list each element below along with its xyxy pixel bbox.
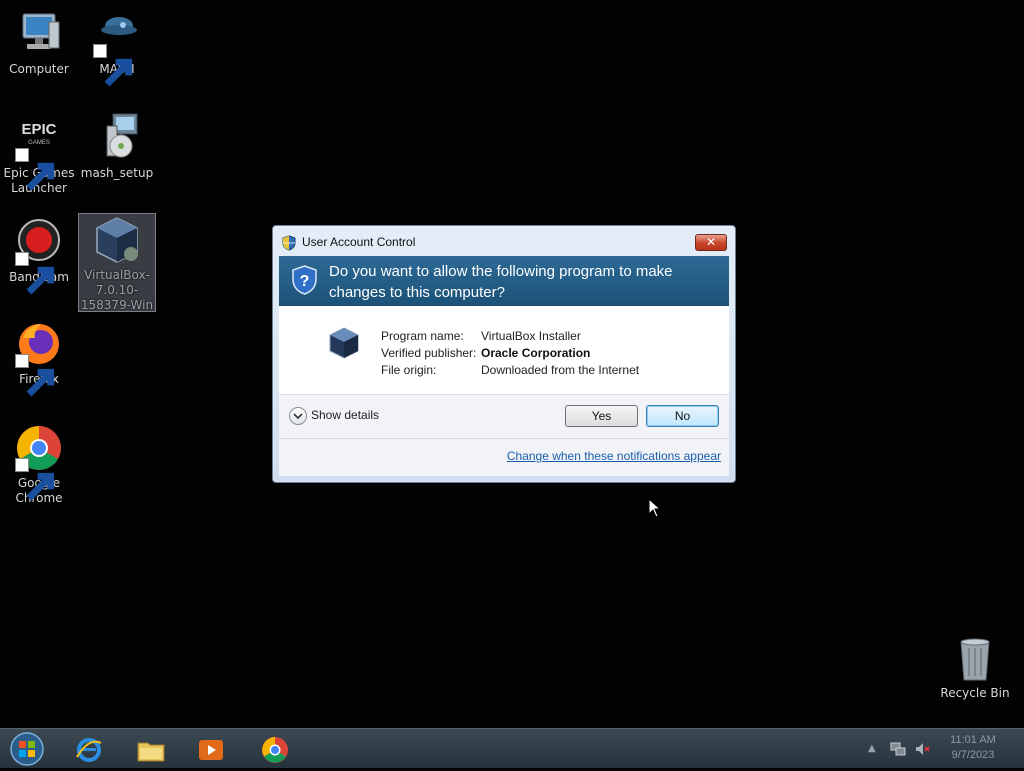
taskbar-media-player[interactable] <box>182 731 238 767</box>
folder-icon <box>137 742 165 762</box>
bandicam-icon <box>13 216 65 295</box>
no-button[interactable]: No <box>646 405 719 427</box>
file-origin-row: File origin: Downloaded from the Internet <box>381 362 639 379</box>
uac-dialog: User Account Control ✕ ? Do you want to … <box>272 225 736 483</box>
computer-icon <box>13 8 65 60</box>
shortcut-arrow-icon <box>15 354 55 397</box>
windows-logo-icon <box>10 732 44 766</box>
show-hidden-icons-button[interactable]: ▲ <box>868 743 876 754</box>
show-details-toggle[interactable]: Show details <box>289 407 379 425</box>
shortcut-arrow-icon <box>93 44 133 87</box>
uac-shield-icon <box>282 235 296 251</box>
start-button[interactable] <box>6 731 48 767</box>
shortcut-arrow-icon <box>15 458 55 501</box>
svg-text:EPIC: EPIC <box>21 121 56 138</box>
file-origin-label: File origin: <box>381 363 437 377</box>
network-icon[interactable] <box>890 741 906 757</box>
divider <box>279 438 729 439</box>
program-name-value: VirtualBox Installer <box>481 329 581 343</box>
desktop-icon-google-chrome[interactable]: Google Chrome <box>0 422 78 506</box>
yes-button[interactable]: Yes <box>565 405 638 427</box>
desktop-icon-epic-games[interactable]: EPIC GAMES Epic Games Launcher <box>0 112 78 196</box>
desktop-icon-bandicam[interactable]: Bandicam <box>0 216 78 295</box>
show-details-label: Show details <box>311 408 380 423</box>
program-info: Program name: VirtualBox Installer Verifi… <box>381 328 639 379</box>
desktop-icon-virtualbox-installer[interactable]: VirtualBox-7.0.10-158379-Win <box>78 213 156 312</box>
mash-icon <box>91 8 143 87</box>
program-name-label: Program name: <box>381 329 464 343</box>
internet-explorer-icon <box>76 738 102 762</box>
volume-muted-icon[interactable] <box>914 741 930 757</box>
dialog-titlebar[interactable]: User Account Control ✕ <box>273 226 735 256</box>
media-player-icon <box>199 740 223 760</box>
file-origin-value: Downloaded from the Internet <box>481 363 640 377</box>
virtualbox-program-icon <box>329 327 359 359</box>
dialog-title: User Account Control <box>302 235 416 249</box>
uac-question-text: Do you want to allow the following progr… <box>329 263 673 301</box>
chevron-down-icon <box>289 407 307 425</box>
publisher-label: Verified publisher: <box>381 346 477 360</box>
desktop-icon-computer[interactable]: Computer <box>0 8 78 77</box>
shortcut-arrow-icon <box>15 148 55 191</box>
clock-date: 9/7/2023 <box>951 749 995 761</box>
epic-games-icon: EPIC GAMES <box>13 112 65 191</box>
virtualbox-icon <box>91 214 143 266</box>
firefox-icon <box>13 318 65 397</box>
question-shield-icon: ? <box>292 265 317 295</box>
chrome-icon <box>13 422 65 501</box>
publisher-value: Oracle Corporation <box>481 346 591 360</box>
mouse-cursor-icon <box>648 498 662 518</box>
svg-text:?: ? <box>300 273 310 290</box>
change-notification-settings-link[interactable]: Change when these notifications appear <box>507 449 721 463</box>
desktop-icon-recycle-bin[interactable]: Recycle Bin <box>936 632 1014 701</box>
installer-icon <box>91 112 143 164</box>
publisher-row: Verified publisher: Oracle Corporation <box>381 345 639 362</box>
uac-question-banner: ? Do you want to allow the following pro… <box>279 256 729 306</box>
system-clock[interactable]: 11:01 AM 9/7/2023 <box>942 733 1004 763</box>
uac-footer: Show details Yes No Change when these no… <box>279 395 729 476</box>
close-button[interactable]: ✕ <box>695 234 727 251</box>
uac-body: Program name: VirtualBox Installer Verifi… <box>279 306 729 476</box>
svg-text:GAMES: GAMES <box>28 140 50 146</box>
program-name-row: Program name: VirtualBox Installer <box>381 328 639 345</box>
taskbar-internet-explorer[interactable] <box>60 731 116 767</box>
desktop-icon-mash[interactable]: MASH <box>78 8 156 87</box>
taskbar-file-explorer[interactable] <box>122 731 178 767</box>
recycle-bin-icon <box>949 632 1001 684</box>
chrome-icon <box>262 737 288 763</box>
desktop-icon-mash-setup[interactable]: mash_setup <box>78 112 156 181</box>
clock-time: 11:01 AM <box>950 734 996 746</box>
desktop-icon-firefox[interactable]: Firefox <box>0 318 78 397</box>
taskbar: ▲ 11:01 AM 9/7/2023 <box>0 728 1024 768</box>
shortcut-arrow-icon <box>15 252 55 295</box>
taskbar-chrome[interactable] <box>246 731 302 767</box>
